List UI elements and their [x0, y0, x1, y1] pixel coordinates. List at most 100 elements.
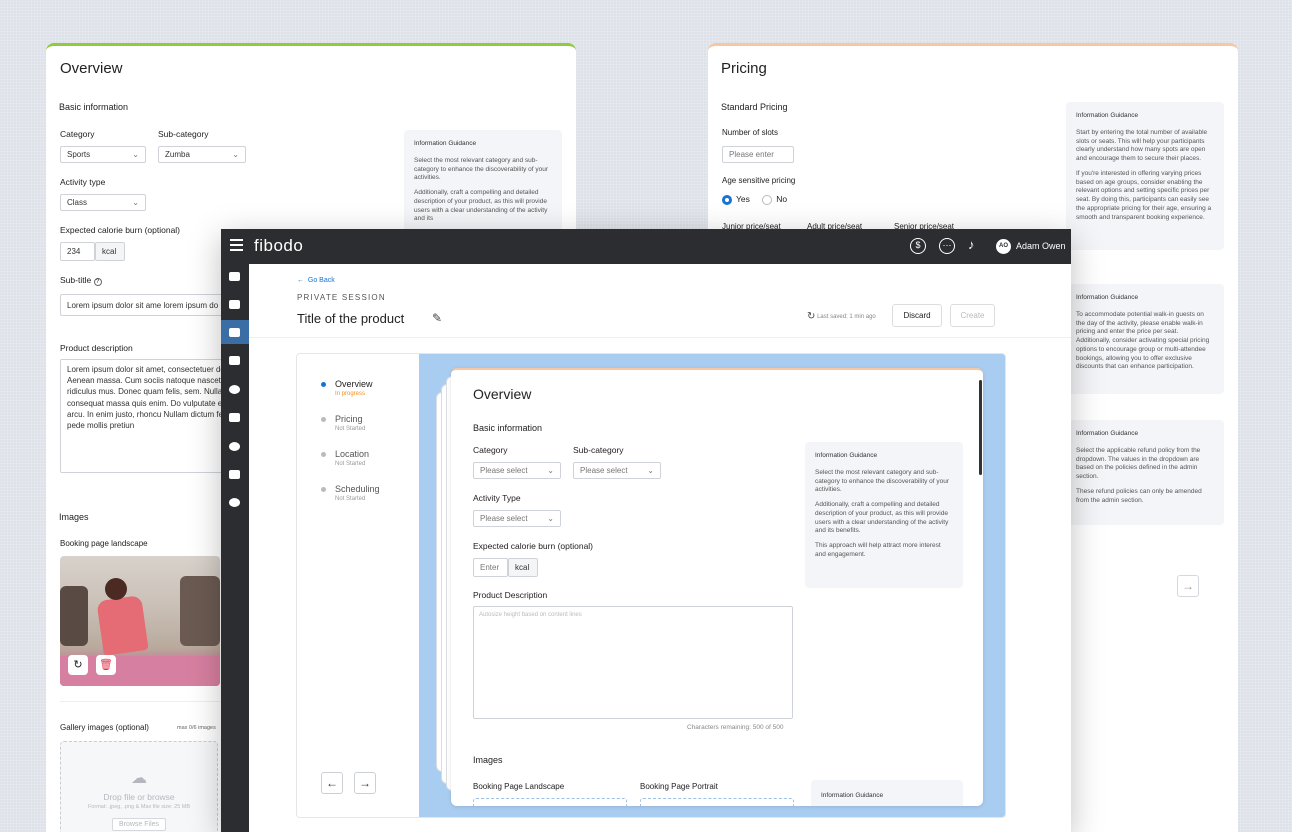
upload-cloud-icon: ☁: [131, 770, 147, 787]
document-icon[interactable]: [229, 413, 240, 422]
sync-icon: ↻: [807, 311, 816, 322]
calorie-label: Expected calorie burn (optional): [60, 225, 181, 235]
age-pricing-radio-group: Yes No: [722, 194, 787, 205]
arrow-left-icon: ←: [326, 776, 338, 790]
create-button[interactable]: Create: [950, 304, 995, 327]
calorie-input[interactable]: 234: [60, 242, 95, 261]
form-stage: Overview Basic information Category Plea…: [419, 354, 1005, 817]
subcategory-select[interactable]: Zumba ⌄: [158, 146, 246, 163]
settings-icon[interactable]: [229, 498, 240, 507]
booking-landscape-label: Booking page landscape: [60, 539, 148, 548]
app-window: fibodo $ ⋯ ♪ AO Adam Owen ← Go Back PRIV…: [221, 229, 1071, 832]
information-guidance-panel: Information Guidance Select the most rel…: [805, 442, 963, 588]
subcategory-label: Sub-category: [573, 445, 624, 455]
activity-type-select[interactable]: Class ⌄: [60, 194, 146, 211]
slots-label: Number of slots: [722, 128, 779, 137]
category-select[interactable]: Please select ⌄: [473, 462, 561, 479]
trash-icon: 🗑: [99, 659, 113, 671]
category-label: Category: [60, 129, 95, 139]
section-title: Basic information: [59, 102, 129, 112]
product-description-label: Product Description: [473, 590, 548, 600]
section-title: Standard Pricing: [721, 102, 788, 112]
refresh-icon: ↻: [73, 659, 83, 671]
user-name[interactable]: Adam Owen: [1016, 241, 1066, 251]
radio-yes[interactable]: Yes: [722, 194, 750, 205]
product-type: PRIVATE SESSION: [297, 293, 386, 302]
chevron-down-icon: ⌄: [547, 466, 554, 475]
previous-step-button[interactable]: ←: [321, 772, 343, 794]
chevron-down-icon: ⌄: [132, 198, 139, 207]
go-back-link[interactable]: ← Go Back: [297, 277, 335, 284]
calorie-input[interactable]: Enter: [473, 558, 508, 577]
gallery-dropzone[interactable]: ☁ Drop file or browse Format: .jpeg, .pn…: [60, 741, 218, 832]
images-section-title: Images: [473, 755, 503, 765]
radio-no[interactable]: No: [762, 194, 787, 205]
message-icon[interactable]: [229, 385, 240, 394]
landscape-image-preview: ↻ 🗑: [60, 556, 220, 686]
activity-type-label: Activity type: [60, 177, 106, 187]
gallery-count: max 0/6 images: [177, 725, 216, 731]
next-arrow-button[interactable]: →: [1177, 575, 1199, 597]
bell-icon[interactable]: ♪: [968, 237, 975, 252]
grid-icon: [229, 328, 240, 337]
list-icon[interactable]: [229, 470, 240, 479]
information-guidance-panel: Information Guidance Start by entering t…: [1066, 102, 1224, 250]
arrow-right-icon: →: [359, 776, 371, 790]
card-title: Overview: [60, 60, 123, 77]
portrait-label: Booking Page Portrait: [640, 782, 718, 791]
edit-pencil-icon[interactable]: ✎: [432, 311, 442, 325]
help-icon[interactable]: ?: [93, 278, 102, 286]
landscape-dropzone[interactable]: [473, 798, 627, 806]
calendar-icon[interactable]: [229, 356, 240, 365]
scrollbar[interactable]: [979, 380, 982, 475]
arrow-right-icon: →: [1182, 579, 1194, 593]
slots-input[interactable]: Please enter: [722, 146, 794, 163]
arrow-left-icon: ←: [297, 277, 304, 284]
gallery-label: Gallery images (optional): [60, 723, 149, 732]
step-list: Overview In progress Pricing Not Started…: [297, 354, 419, 817]
chat-icon[interactable]: ⋯: [939, 238, 955, 254]
delete-image-button[interactable]: 🗑: [96, 655, 116, 675]
product-description-label: Product description: [60, 343, 133, 353]
card-title: Pricing: [721, 60, 767, 77]
drop-format: Format: .jpeg, .png & Max file size: 25 …: [87, 804, 191, 810]
subtitle-label: Sub-title ?: [60, 275, 102, 286]
calorie-label: Expected calorie burn (optional): [473, 541, 594, 551]
portrait-dropzone[interactable]: [640, 798, 794, 806]
eye-icon[interactable]: [229, 442, 240, 451]
menu-icon[interactable]: [230, 239, 243, 254]
activity-type-select[interactable]: Please select ⌄: [473, 510, 561, 527]
calorie-unit: kcal: [508, 558, 538, 577]
discard-button[interactable]: Discard: [892, 304, 942, 327]
calorie-unit: kcal: [95, 242, 125, 261]
information-guidance-panel: Information Guidance To accommodate pote…: [1066, 284, 1224, 394]
information-guidance-panel: Information Guidance Select the applicab…: [1066, 420, 1224, 525]
browse-files-button[interactable]: Browse Files: [111, 818, 167, 831]
replace-image-button[interactable]: ↻: [68, 655, 88, 675]
chevron-down-icon: ⌄: [547, 514, 554, 523]
home-icon[interactable]: [229, 272, 240, 281]
landscape-label: Booking Page Landscape: [473, 782, 565, 791]
chevron-down-icon: ⌄: [132, 150, 139, 159]
product-description-input[interactable]: Autosize height based on content lines: [473, 606, 793, 719]
category-label: Category: [473, 445, 508, 455]
char-counter: Characters remaining: 500 of 500: [687, 724, 784, 731]
category-select[interactable]: Sports ⌄: [60, 146, 146, 163]
header-divider: [249, 337, 1071, 338]
divider: [60, 701, 220, 702]
form-title: Overview: [473, 386, 532, 402]
chevron-down-icon: ⌄: [647, 466, 654, 475]
avatar[interactable]: AO: [996, 239, 1011, 254]
last-saved-status: ↻ Last saved: 1 min ago: [807, 311, 876, 322]
next-step-button[interactable]: →: [354, 772, 376, 794]
brand-logo: fibodo: [254, 236, 304, 255]
subcategory-select[interactable]: Please select ⌄: [573, 462, 661, 479]
subcategory-label: Sub-category: [158, 129, 209, 139]
section-title: Basic information: [473, 423, 543, 433]
drop-text: Drop file or browse: [103, 792, 175, 802]
images-section-title: Images: [59, 512, 89, 522]
inbox-icon[interactable]: [229, 300, 240, 309]
chevron-down-icon: ⌄: [232, 150, 239, 159]
dollar-icon[interactable]: $: [910, 238, 926, 254]
overview-form-card: Overview Basic information Category Plea…: [451, 368, 983, 806]
